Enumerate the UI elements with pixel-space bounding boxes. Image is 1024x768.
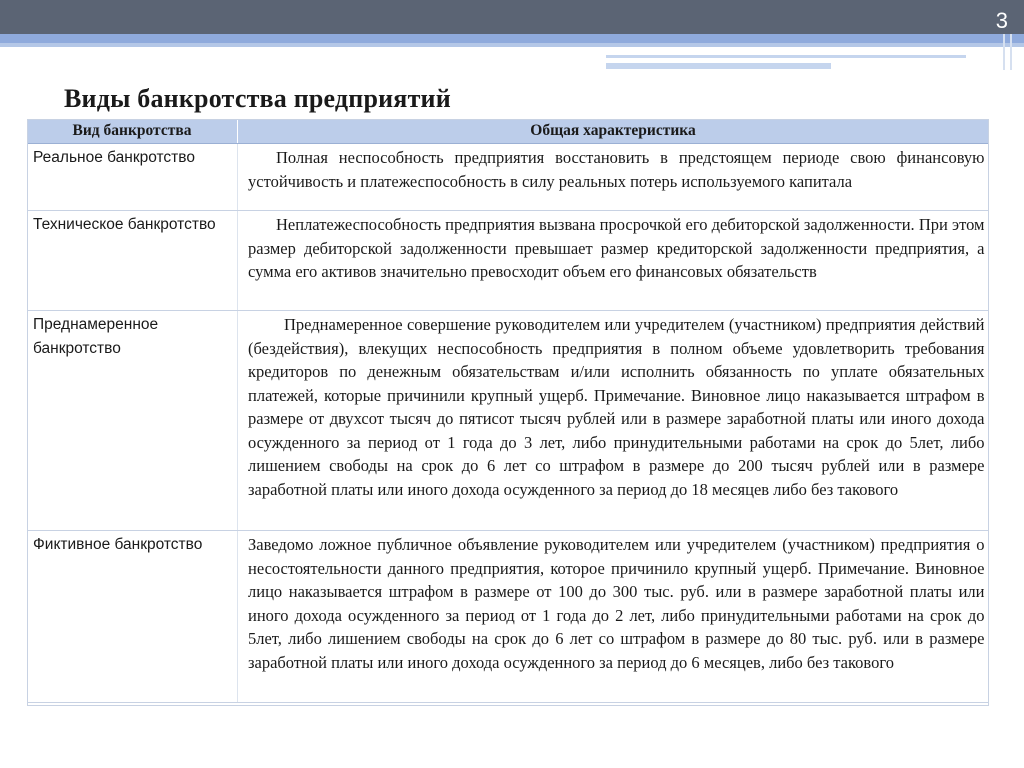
table-row: Фиктивное банкротство Заведомо ложное пу… bbox=[27, 530, 989, 703]
table-row: Преднамеренное банкротство Преднамеренно… bbox=[27, 310, 989, 531]
accent-bar-primary bbox=[0, 34, 1024, 43]
table-header-row: Вид банкротства Общая характеристика bbox=[27, 119, 989, 144]
column-header-type: Вид банкротства bbox=[27, 119, 238, 144]
slide-header-band bbox=[0, 0, 1024, 34]
table-row: Реальное банкротство Полная неспособност… bbox=[27, 143, 989, 211]
bankruptcy-description-cell: Заведомо ложное публичное объявление рук… bbox=[237, 530, 989, 703]
bankruptcy-type-cell: Преднамеренное банкротство bbox=[27, 310, 238, 531]
accent-bar-secondary bbox=[0, 43, 1024, 47]
decorative-line-long bbox=[606, 55, 966, 58]
bankruptcy-description-cell: Преднамеренное совершение руководителем … bbox=[237, 310, 989, 531]
bankruptcy-types-table: Вид банкротства Общая характеристика Реа… bbox=[27, 119, 989, 703]
decorative-line-short bbox=[606, 63, 831, 69]
bankruptcy-type-cell: Фиктивное банкротство bbox=[27, 530, 238, 703]
bankruptcy-type-cell: Реальное банкротство bbox=[27, 143, 238, 211]
bankruptcy-description-cell: Неплатежеспособность предприятия вызвана… bbox=[237, 210, 989, 311]
decorative-vertical-line bbox=[1010, 34, 1012, 70]
slide-number: 3 bbox=[995, 8, 1008, 33]
table-row: Техническое банкротство Неплатежеспособн… bbox=[27, 210, 989, 311]
slide-title: Виды банкротства предприятий bbox=[64, 84, 451, 113]
bankruptcy-description-cell: Полная неспособность предприятия восстан… bbox=[237, 143, 989, 211]
column-header-description: Общая характеристика bbox=[237, 119, 989, 144]
decorative-vertical-line bbox=[1003, 34, 1005, 70]
bankruptcy-type-cell: Техническое банкротство bbox=[27, 210, 238, 311]
